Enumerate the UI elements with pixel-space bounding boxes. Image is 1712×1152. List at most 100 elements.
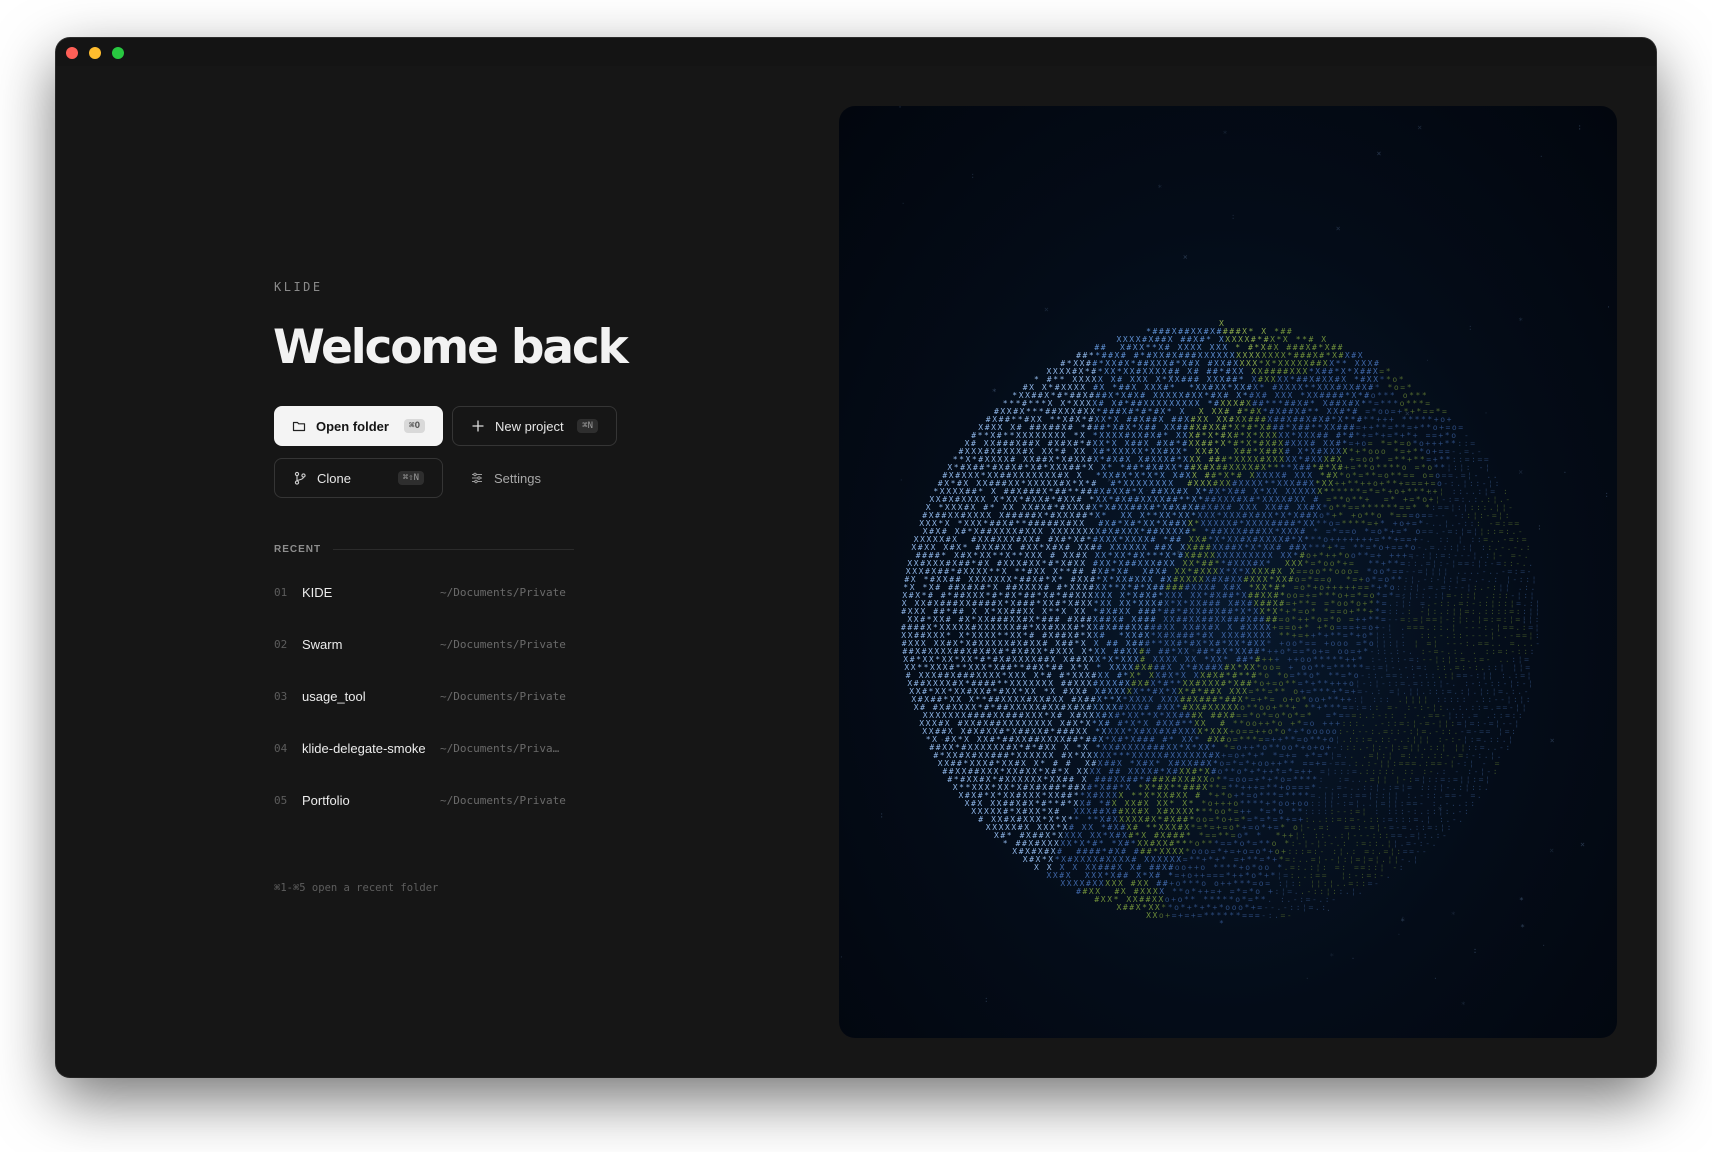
svg-text:*: * [1311,615,1316,624]
close-window-button[interactable] [66,47,78,59]
svg-text:X: X [1221,615,1226,624]
svg-text:X: X [961,687,966,696]
svg-text:·: · [1351,954,1356,963]
svg-text:#: # [927,599,932,608]
zoom-window-button[interactable] [112,47,124,59]
svg-text:·: · [1305,974,1310,983]
svg-text:X: X [1277,479,1282,488]
svg-text:X: X [1141,663,1146,672]
svg-text:*: * [1518,317,1523,326]
svg-text:o: o [1335,567,1340,576]
svg-text::: : [1231,212,1236,221]
recent-item[interactable]: 05 Portfolio ~/Documents/Private [274,791,594,811]
recent-item[interactable]: 01 KIDE ~/Documents/Private [274,583,594,603]
svg-text:¦: ¦ [1465,783,1470,792]
svg-text:*: * [1347,367,1352,376]
svg-text:o: o [1331,639,1336,648]
settings-button[interactable]: Settings [452,458,572,498]
clone-button[interactable]: Clone ⌘⇧N [274,458,443,498]
page-title: Welcome back [273,320,629,375]
new-project-button[interactable]: New project ⌘N [452,406,617,446]
open-folder-button[interactable]: Open folder ⌘O [274,406,443,446]
svg-text:#: # [1093,791,1098,800]
svg-text:*: * [1096,471,1101,480]
svg-text:#: # [1111,503,1116,512]
folder-icon [292,419,306,433]
svg-text:*: * [1253,799,1258,808]
svg-text:*: * [1227,439,1232,448]
svg-text:#: # [961,527,966,536]
svg-text:-: - [1535,639,1540,648]
svg-text:*: * [1223,129,1228,138]
recent-heading: RECENT [274,544,321,555]
svg-text:*: * [1312,463,1317,472]
svg-text:X: X [1175,375,1180,384]
ascii-globe-artwork: .:::×××..×.·.·×.::..*··**...***:×:*·*:×:… [839,106,1617,1038]
sliders-icon [470,471,484,485]
svg-text:X: X [1102,471,1107,480]
svg-text:*: * [1461,1000,1466,1009]
svg-text::: : [1495,479,1500,488]
svg-text:X: X [1087,599,1092,608]
svg-text:=: = [1337,815,1342,824]
svg-text:X: X [1218,575,1223,584]
svg-text:.: . [1563,466,1568,475]
svg-text:.: . [839,951,844,960]
svg-text:#: # [1052,663,1057,672]
recent-item-number: 05 [274,794,287,807]
svg-text:-: - [1452,815,1457,824]
svg-text:#: # [935,583,940,592]
svg-text:#: # [995,479,1000,488]
plus-icon [471,419,485,433]
svg-text::: : [1470,799,1475,808]
svg-text:-: - [1394,615,1399,624]
svg-text:¦: ¦ [1466,687,1471,696]
svg-text:¦: ¦ [1414,639,1419,648]
svg-text::: : [984,995,989,1004]
svg-text:*: * [1151,639,1156,648]
svg-text:*: * [1157,184,1162,193]
svg-text:X: X [1178,647,1183,656]
minimize-window-button[interactable] [89,47,101,59]
git-branch-icon [293,471,307,485]
svg-text:#: # [1061,799,1066,808]
svg-text:X: X [914,703,919,712]
svg-text:#: # [1179,471,1184,480]
svg-text:*: * [1229,647,1234,656]
svg-text:+: + [1294,655,1299,664]
svg-text:×: × [1336,224,1341,233]
svg-text:X: X [1113,455,1118,464]
svg-text:X: X [1197,463,1202,472]
svg-text::: : [1464,807,1469,816]
svg-text:X: X [1088,463,1093,472]
svg-text:X: X [1035,439,1040,448]
svg-text:-: - [1439,631,1444,640]
svg-text:·: · [901,199,906,208]
svg-text:+: + [1317,703,1322,712]
svg-text:#: # [1131,559,1136,568]
svg-text:·: · [1606,303,1611,312]
svg-text:*: * [1274,687,1279,696]
svg-text:X: X [1087,679,1092,688]
svg-text:.: . [1541,939,1546,948]
svg-text:X: X [1125,607,1130,616]
svg-text:*: * [1067,799,1072,808]
clone-label: Clone [317,471,351,486]
svg-text::: : [1330,815,1335,824]
recent-item[interactable]: 04 klide-delegate-smoke ~/Documents/Priv… [274,739,594,759]
svg-text:X: X [1172,655,1177,664]
svg-text:X: X [1042,431,1047,440]
recent-item-path: ~/Documents/Private [440,690,566,703]
svg-text:*: * [1036,599,1041,608]
recent-item[interactable]: 02 Swarm ~/Documents/Private [274,635,594,655]
svg-text:.: . [1368,799,1373,808]
title-bar [56,38,1656,66]
recent-item[interactable]: 03 usage_tool ~/Documents/Private [274,687,594,707]
svg-text::: : [1414,591,1419,600]
svg-text:X: X [1035,679,1040,688]
svg-text:*: * [1186,663,1191,672]
svg-text:.: . [1425,354,1430,363]
svg-text:-: - [1512,575,1517,584]
svg-text:#: # [1005,415,1010,424]
svg-text:X: X [1049,631,1054,640]
